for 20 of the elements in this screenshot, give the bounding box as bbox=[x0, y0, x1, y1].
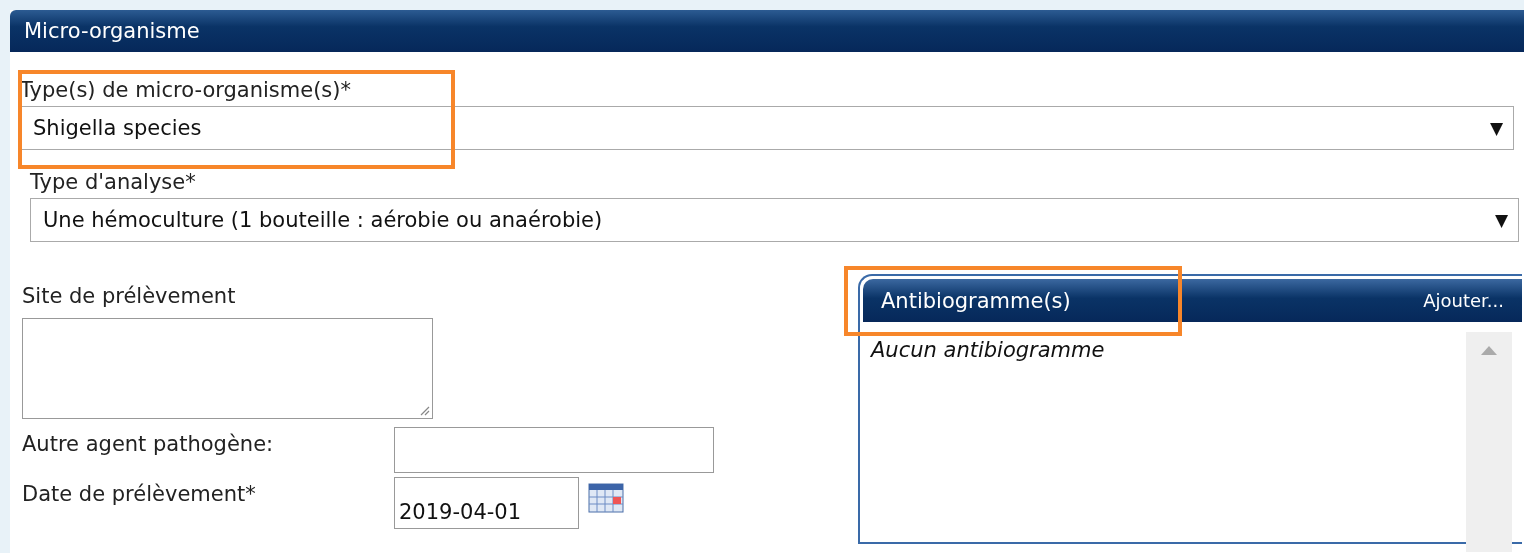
dropdown-select[interactable]: Shigella species ▼ bbox=[20, 106, 1514, 150]
input-field[interactable] bbox=[394, 427, 714, 473]
add-link[interactable]: Ajouter... bbox=[1423, 290, 1504, 311]
empty-message: Aucun antibiogramme bbox=[871, 338, 1105, 362]
resize-grip-icon bbox=[418, 404, 430, 416]
field-label: Site de prélèvement bbox=[22, 283, 236, 310]
field-label: Type(s) de micro-organisme(s)* bbox=[20, 77, 351, 104]
scrollbar[interactable] bbox=[1466, 332, 1512, 552]
section-title: Micro-organisme bbox=[24, 19, 200, 43]
field-label: Type d'analyse* bbox=[30, 169, 196, 196]
dropdown-select[interactable]: Une hémoculture (1 bouteille : aérobie ou anaérobie) ▼ bbox=[30, 198, 1519, 242]
field-label: Date de prélèvement* bbox=[22, 481, 257, 508]
field-label: Autre agent pathogène: bbox=[22, 431, 275, 458]
caret-icon: ▼ bbox=[1494, 210, 1508, 230]
date-input-field[interactable]: 2019-04-01 bbox=[394, 477, 579, 529]
panel-title: Antibiogramme(s) bbox=[881, 288, 1071, 313]
caret-icon: ▼ bbox=[1489, 118, 1503, 138]
text-area[interactable] bbox=[22, 318, 433, 419]
calendar-icon[interactable] bbox=[588, 481, 624, 513]
scroll-up-icon[interactable] bbox=[1481, 346, 1497, 355]
